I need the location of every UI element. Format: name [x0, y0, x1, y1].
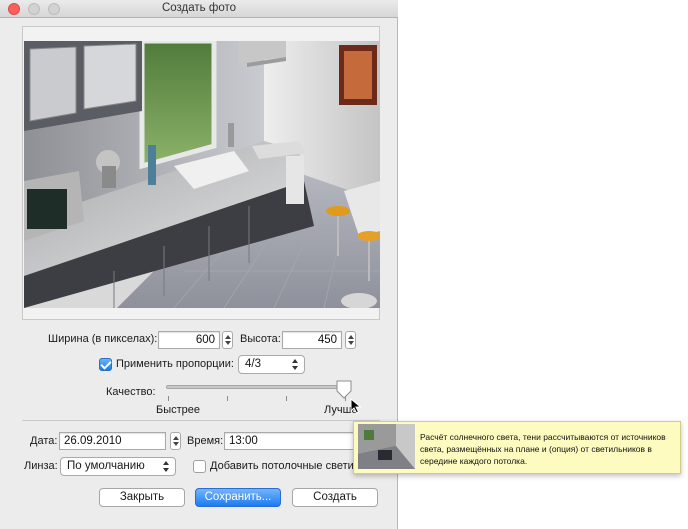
- slider-tick: [168, 396, 169, 401]
- width-field[interactable]: 600: [158, 331, 220, 349]
- lens-value: По умолчанию: [67, 460, 145, 472]
- close-button[interactable]: Закрыть: [99, 488, 185, 507]
- slider-tick: [286, 396, 287, 401]
- mouse-pointer-icon: [350, 398, 362, 414]
- apply-proportions-label: Применить пропорции:: [116, 358, 234, 370]
- time-field[interactable]: 13:00: [224, 432, 354, 450]
- window-title: Создать фото: [161, 2, 237, 14]
- quality-min-label: Быстрее: [156, 404, 201, 416]
- date-stepper[interactable]: [170, 432, 181, 450]
- ceiling-lights-checkbox[interactable]: [193, 460, 206, 473]
- separator: [22, 420, 380, 421]
- height-label: Высота:: [240, 333, 281, 345]
- slider-tick: [227, 396, 228, 401]
- tooltip: Расчёт солнечного света, тени рассчитыва…: [353, 421, 681, 474]
- kitchen-render-image: [24, 41, 380, 308]
- save-button[interactable]: Сохранить...: [195, 488, 281, 507]
- create-button[interactable]: Создать: [292, 488, 378, 507]
- title-bar[interactable]: Создать фото: [0, 0, 398, 18]
- ceiling-lights-label: Добавить потолочные светильники: [210, 460, 353, 472]
- chevron-updown-icon: [163, 460, 171, 473]
- lens-label: Линза:: [24, 460, 58, 472]
- time-label: Время:: [187, 435, 224, 447]
- width-label: Ширина (в пикселах):: [48, 333, 158, 345]
- room-preview-icon: [358, 424, 415, 469]
- date-field[interactable]: 26.09.2010: [59, 432, 166, 450]
- lens-popup[interactable]: По умолчанию: [60, 457, 176, 476]
- create-photo-window: Создать фото Ширина (в пикселах): 600 Вы…: [0, 0, 398, 529]
- quality-slider-thumb[interactable]: [336, 380, 352, 400]
- tooltip-text: Расчёт солнечного света, тени рассчитыва…: [420, 432, 666, 466]
- proportions-popup[interactable]: 4/3: [238, 355, 305, 374]
- height-stepper[interactable]: [345, 331, 356, 349]
- width-stepper[interactable]: [222, 331, 233, 349]
- quality-label: Качество:: [106, 386, 156, 398]
- quality-slider-track[interactable]: [166, 385, 350, 389]
- height-field[interactable]: 450: [282, 331, 342, 349]
- apply-proportions-checkbox[interactable]: [99, 358, 112, 371]
- chevron-updown-icon: [292, 358, 300, 371]
- proportions-value: 4/3: [245, 358, 261, 370]
- date-label: Дата:: [30, 435, 58, 447]
